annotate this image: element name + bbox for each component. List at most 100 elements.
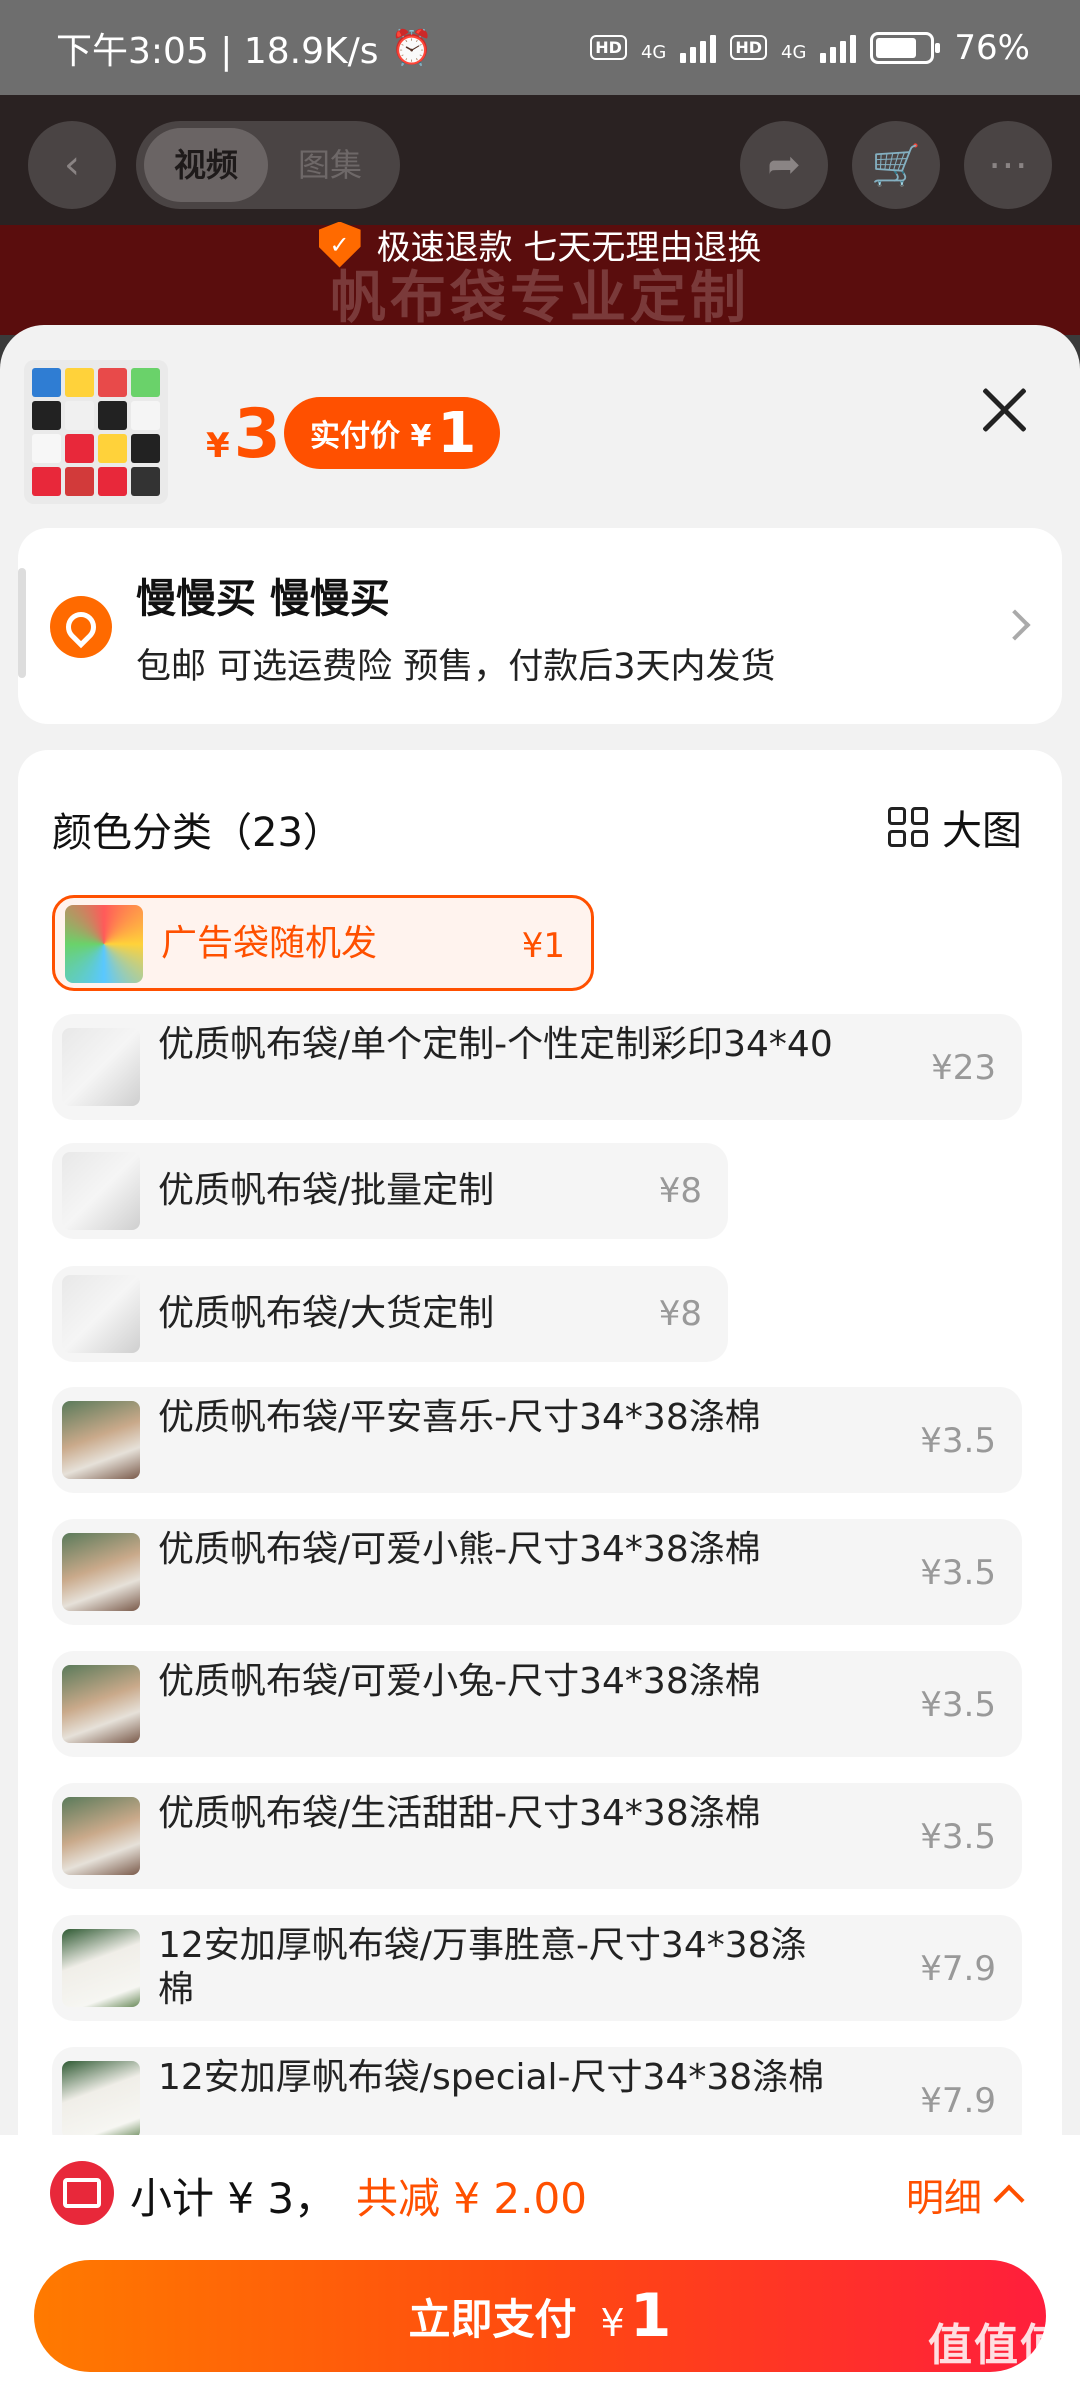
battery-icon: [870, 31, 941, 64]
status-time: 下午3:05 | 18.9K/s: [56, 30, 379, 72]
option-name: 优质帆布袋/单个定制-个性定制彩印34*40: [158, 1024, 833, 1065]
watermark-url: zhizhizhi.com: [942, 2373, 1052, 2392]
watermark-logo: 值值值: [928, 2320, 1066, 2371]
option-name: 优质帆布袋/可爱小兔-尺寸34*38涤棉: [158, 1661, 761, 1702]
option-name: 优质帆布袋/批量定制: [158, 1170, 495, 1211]
pay-now-button[interactable]: 立即支付 ¥ 1: [34, 2260, 1046, 2372]
option-price: ¥3.5: [920, 1421, 996, 1461]
status-bar: 下午3:05 | 18.9K/s ⏰ HD 4G HD 4G 76%: [0, 0, 1080, 95]
card-stripe: [18, 568, 26, 678]
tab-gallery[interactable]: 图集: [268, 128, 392, 202]
option-thumbnail: [62, 1929, 140, 2007]
option-name: 优质帆布袋/生活甜甜-尺寸34*38涤棉: [158, 1793, 761, 1834]
option-price: ¥7.9: [920, 1949, 996, 1989]
option-thumbnail: [62, 2061, 140, 2139]
watermark: 值值值 zhizhizhi.com: [928, 2309, 1066, 2392]
sku-option-6[interactable]: 优质帆布袋/可爱小兔-尺寸34*38涤棉 ¥3.5: [52, 1651, 1022, 1757]
option-price: ¥1: [521, 926, 565, 966]
option-price: ¥3.5: [920, 1817, 996, 1857]
paid-price-value: 1: [437, 400, 477, 466]
close-icon[interactable]: [980, 385, 1030, 435]
option-thumbnail: [62, 1028, 140, 1106]
option-thumbnail: [62, 1152, 140, 1230]
sku-option-3[interactable]: 优质帆布袋/大货定制 ¥8: [52, 1266, 728, 1362]
recipient-name: 慢慢买 慢慢买: [136, 576, 390, 622]
location-pin-icon: [50, 596, 112, 658]
signal-icon-2: [820, 33, 857, 63]
option-price: ¥8: [658, 1294, 702, 1334]
background-page: 帆布袋专业定制 ‹ 视频 图集 ➦ 🛒 ⋯ ✓ 极速退款 七天无理由退换: [0, 95, 1080, 335]
price-currency: ¥: [206, 426, 230, 466]
option-thumbnail: [62, 1533, 140, 1611]
product-header: ¥ 3 实付价 ¥ 1: [0, 325, 1080, 520]
guarantee-text: 极速退款 七天无理由退换: [376, 228, 762, 268]
subtotal-text: 小计 ¥ 3，: [130, 2174, 337, 2223]
price-value: 3: [233, 395, 281, 474]
detail-label: 明细: [905, 2176, 982, 2220]
product-thumbnail[interactable]: [24, 360, 168, 504]
hd-icon: HD: [590, 35, 627, 60]
cart-icon: 🛒: [871, 142, 921, 189]
current-price: ¥ 3: [206, 395, 281, 474]
shield-check-icon: ✓: [318, 221, 361, 268]
address-card[interactable]: 慢慢买 慢慢买 包邮 可选运费险 预售，付款后3天内发货: [18, 528, 1062, 724]
signal-icon: [680, 33, 717, 63]
chevron-up-icon: [993, 2183, 1025, 2216]
option-thumbnail: [62, 1797, 140, 1875]
network-label: 4G: [640, 41, 667, 63]
option-thumbnail: [62, 1275, 140, 1353]
media-tabs: 视频 图集: [136, 121, 401, 209]
option-thumbnail: [62, 1401, 140, 1479]
sku-option-7[interactable]: 优质帆布袋/生活甜甜-尺寸34*38涤棉 ¥3.5: [52, 1783, 1022, 1889]
tab-video[interactable]: 视频: [144, 128, 269, 202]
sku-option-0[interactable]: 广告袋随机发 ¥1: [52, 895, 594, 991]
back-button[interactable]: ‹: [28, 121, 116, 209]
back-icon: ‹: [64, 142, 80, 188]
network-label-2: 4G: [781, 41, 807, 63]
option-name: 12安加厚帆布袋/special-尺寸34*38涤棉: [158, 2057, 825, 2098]
shipping-info: 包邮 可选运费险 预售，付款后3天内发货: [136, 647, 776, 687]
coupon-icon: [50, 2161, 114, 2225]
sku-sheet: ¥ 3 实付价 ¥ 1 慢慢买 慢慢买 包邮 可选运费险 预售，付款后3天内发货…: [0, 325, 1080, 2400]
alarm-icon: ⏰: [390, 27, 433, 68]
cart-button[interactable]: 🛒: [852, 121, 940, 209]
option-price: ¥8: [658, 1171, 702, 1211]
detail-toggle[interactable]: 明细: [905, 2167, 1025, 2222]
pay-amount: 1: [629, 2281, 672, 2351]
option-price: ¥3.5: [920, 1553, 996, 1593]
more-icon: ⋯: [988, 142, 1028, 188]
option-name: 广告袋随机发: [161, 923, 378, 964]
option-thumbnail: [62, 1665, 140, 1743]
option-name: 优质帆布袋/大货定制: [158, 1293, 495, 1334]
top-nav: ‹ 视频 图集 ➦ 🛒 ⋯: [28, 120, 1052, 210]
sku-option-8[interactable]: 12安加厚帆布袋/万事胜意-尺寸34*38涤棉 ¥7.9: [52, 1915, 1022, 2021]
option-name: 优质帆布袋/可爱小熊-尺寸34*38涤棉: [158, 1529, 761, 1570]
option-price: ¥3.5: [920, 1685, 996, 1725]
option-thumbnail: [65, 905, 143, 983]
paid-price-badge: 实付价 ¥ 1: [284, 397, 501, 469]
battery-percent: 76%: [954, 27, 1030, 68]
pay-currency: ¥: [600, 2301, 625, 2345]
pay-label: 立即支付: [408, 2294, 577, 2344]
checkout-bar: 小计 ¥ 3， 共减 ¥ 2.00 明细 立即支付 ¥ 1 值值值 zhizhi…: [0, 2135, 1080, 2400]
sku-category-title: 颜色分类（23）: [52, 810, 343, 856]
sku-option-1[interactable]: 优质帆布袋/单个定制-个性定制彩印34*40 ¥23: [52, 1014, 1022, 1120]
paid-price-label: 实付价 ¥: [310, 419, 432, 454]
share-button[interactable]: ➦: [740, 121, 828, 209]
big-image-toggle[interactable]: 大图: [888, 798, 1022, 856]
share-icon: ➦: [767, 142, 801, 188]
option-name: 12安加厚帆布袋/万事胜意-尺寸34*38涤棉: [158, 1925, 807, 2010]
sku-option-2[interactable]: 优质帆布袋/批量定制 ¥8: [52, 1143, 728, 1239]
discount-text: 共减 ¥ 2.00: [356, 2174, 587, 2223]
option-price: ¥23: [931, 1048, 996, 1088]
refund-guarantee: ✓ 极速退款 七天无理由退换: [0, 220, 1080, 269]
hd-icon-2: HD: [730, 35, 768, 60]
option-name: 优质帆布袋/平安喜乐-尺寸34*38涤棉: [158, 1397, 761, 1438]
big-image-label: 大图: [942, 808, 1022, 854]
chevron-right-icon: [999, 609, 1031, 641]
more-button[interactable]: ⋯: [964, 121, 1052, 209]
sku-option-5[interactable]: 优质帆布袋/可爱小熊-尺寸34*38涤棉 ¥3.5: [52, 1519, 1022, 1625]
grid-icon: [888, 807, 928, 847]
option-price: ¥7.9: [920, 2081, 996, 2121]
sku-option-4[interactable]: 优质帆布袋/平安喜乐-尺寸34*38涤棉 ¥3.5: [52, 1387, 1022, 1493]
